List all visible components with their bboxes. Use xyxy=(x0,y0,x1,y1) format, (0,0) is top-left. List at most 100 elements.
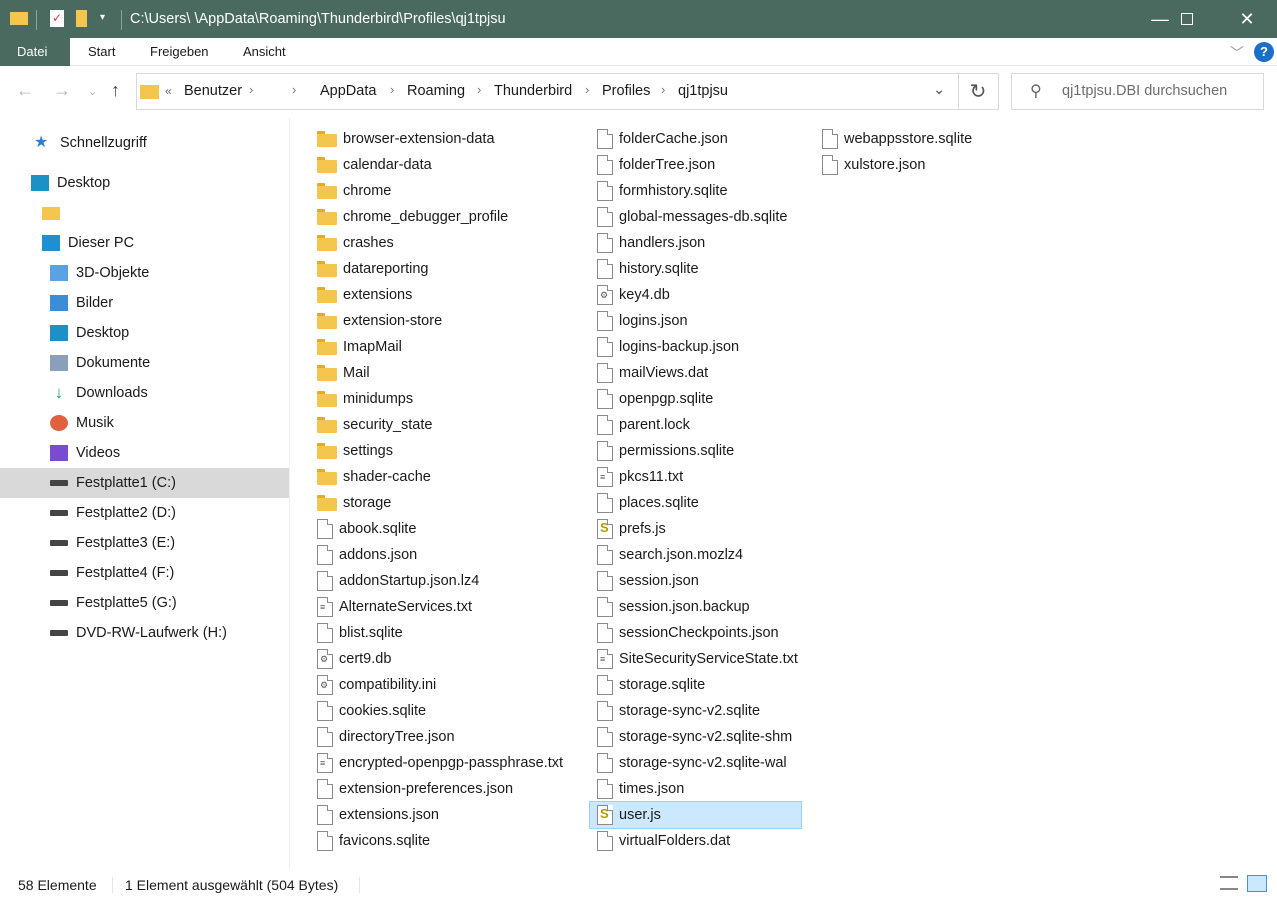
sidebar-item[interactable]: Dokumente xyxy=(0,348,289,378)
sidebar-item[interactable]: ↓ Downloads xyxy=(0,378,289,408)
sidebar-item[interactable] xyxy=(0,198,289,228)
file-item[interactable]: virtualFolders.dat xyxy=(590,828,730,854)
file-item[interactable]: cookies.sqlite xyxy=(310,698,426,724)
back-button[interactable]: ← xyxy=(16,80,34,101)
details-view-button[interactable] xyxy=(1220,876,1238,890)
folder-item[interactable]: chrome xyxy=(310,178,391,204)
sidebar-item[interactable]: Desktop xyxy=(0,318,289,348)
file-item[interactable]: extensions.json xyxy=(310,802,439,828)
breadcrumb-chevron-icon[interactable]: › xyxy=(661,82,665,97)
expand-ribbon-icon[interactable]: ﹀ xyxy=(1230,43,1244,63)
forward-button[interactable]: → xyxy=(53,80,71,101)
sidebar-item[interactable]: Festplatte5 (G:) xyxy=(0,588,289,618)
file-item[interactable]: folderTree.json xyxy=(590,152,715,178)
file-item[interactable]: storage.sqlite xyxy=(590,672,705,698)
close-button[interactable]: ✕ xyxy=(1218,0,1276,38)
tab-ansicht[interactable]: Ansicht xyxy=(226,38,303,66)
file-item[interactable]: ⚙ key4.db xyxy=(590,282,670,308)
refresh-button[interactable]: ↻ xyxy=(958,73,999,110)
folder-item[interactable]: crashes xyxy=(310,230,394,256)
folder-item[interactable]: storage xyxy=(310,490,391,516)
breadcrumb-item[interactable]: Thunderbird xyxy=(494,83,572,99)
breadcrumb-item[interactable]: AppData xyxy=(320,83,376,99)
file-item[interactable]: logins.json xyxy=(590,308,688,334)
breadcrumb-chevron-icon[interactable]: › xyxy=(477,82,481,97)
sidebar-item[interactable]: Bilder xyxy=(0,288,289,318)
file-item[interactable]: webappsstore.sqlite xyxy=(815,126,972,152)
file-item[interactable]: favicons.sqlite xyxy=(310,828,430,854)
file-item[interactable]: abook.sqlite xyxy=(310,516,416,542)
file-item[interactable]: ⚙ cert9.db xyxy=(310,646,391,672)
file-item[interactable]: ⚙ compatibility.ini xyxy=(310,672,436,698)
help-icon[interactable]: ? xyxy=(1254,42,1274,62)
folder-item[interactable]: calendar-data xyxy=(310,152,432,178)
breadcrumb-item[interactable]: Profiles xyxy=(602,83,650,99)
folder-item[interactable]: extension-store xyxy=(310,308,442,334)
maximize-button[interactable] xyxy=(1158,0,1216,38)
file-item[interactable]: search.json.mozlz4 xyxy=(590,542,743,568)
tab-datei[interactable]: Datei xyxy=(0,38,70,66)
file-item[interactable]: history.sqlite xyxy=(590,256,699,282)
file-item[interactable]: session.json.backup xyxy=(590,594,750,620)
folder-item[interactable]: shader-cache xyxy=(310,464,431,490)
breadcrumb-item[interactable]: qj1tpjsu xyxy=(678,83,728,99)
address-bar[interactable]: « ⌄ Benutzer AppData Roaming Thunderbird Pro… xyxy=(136,73,959,110)
search-box[interactable]: ⚲ qj1tpjsu.DBI durchsuchen xyxy=(1011,73,1264,110)
file-item[interactable]: extension-preferences.json xyxy=(310,776,513,802)
sidebar-item[interactable]: Videos xyxy=(0,438,289,468)
file-item[interactable]: Sprefs.js xyxy=(590,516,666,542)
sidebar-item[interactable]: Festplatte4 (F:) xyxy=(0,558,289,588)
file-item[interactable]: folderCache.json xyxy=(590,126,728,152)
file-item[interactable]: Suser.js xyxy=(589,801,802,829)
file-item[interactable]: openpgp.sqlite xyxy=(590,386,713,412)
file-item[interactable]: ≡ encrypted-openpgp-passphrase.txt xyxy=(310,750,563,776)
folder-item[interactable]: security_state xyxy=(310,412,432,438)
breadcrumb-item[interactable]: Roaming xyxy=(407,83,465,99)
file-item[interactable]: logins-backup.json xyxy=(590,334,739,360)
customize-quick-access-icon[interactable]: ▾ xyxy=(100,12,105,23)
folder-item[interactable]: ImapMail xyxy=(310,334,402,360)
tab-freigeben[interactable]: Freigeben xyxy=(133,38,226,66)
file-item[interactable]: sessionCheckpoints.json xyxy=(590,620,779,646)
file-item[interactable]: global-messages-db.sqlite xyxy=(590,204,787,230)
file-item[interactable]: storage-sync-v2.sqlite-shm xyxy=(590,724,792,750)
folder-item[interactable]: browser-extension-data xyxy=(310,126,495,152)
breadcrumb-chevron-icon[interactable]: › xyxy=(292,82,296,97)
folder-item[interactable]: Mail xyxy=(310,360,370,386)
tab-start[interactable]: Start xyxy=(71,38,132,66)
file-item[interactable]: parent.lock xyxy=(590,412,690,438)
sidebar-item[interactable]: ★ Schnellzugriff xyxy=(0,128,289,158)
folder-item[interactable]: extensions xyxy=(310,282,412,308)
overflow-crumb[interactable]: « xyxy=(165,84,172,98)
sidebar-item[interactable]: 3D-Objekte xyxy=(0,258,289,288)
folder-item[interactable]: minidumps xyxy=(310,386,413,412)
breadcrumb-chevron-icon[interactable]: › xyxy=(249,82,253,97)
sidebar-item[interactable]: Festplatte1 (C:) xyxy=(0,468,289,498)
file-item[interactable]: times.json xyxy=(590,776,684,802)
sidebar-item[interactable]: Musik xyxy=(0,408,289,438)
folder-item[interactable]: chrome_debugger_profile xyxy=(310,204,508,230)
breadcrumb-chevron-icon[interactable]: › xyxy=(390,82,394,97)
breadcrumb-chevron-icon[interactable]: › xyxy=(585,82,589,97)
file-item[interactable]: storage-sync-v2.sqlite-wal xyxy=(590,750,787,776)
folder-item[interactable]: datareporting xyxy=(310,256,428,282)
properties-icon[interactable]: ✓ xyxy=(50,10,64,27)
file-item[interactable]: formhistory.sqlite xyxy=(590,178,728,204)
file-item[interactable]: session.json xyxy=(590,568,699,594)
file-item[interactable]: permissions.sqlite xyxy=(590,438,734,464)
file-item[interactable]: xulstore.json xyxy=(815,152,925,178)
sidebar-item[interactable]: DVD-RW-Laufwerk (H:) xyxy=(0,618,289,648)
breadcrumb-item[interactable]: Benutzer xyxy=(184,83,242,99)
file-item[interactable]: storage-sync-v2.sqlite xyxy=(590,698,760,724)
file-item[interactable]: addonStartup.json.lz4 xyxy=(310,568,479,594)
file-item[interactable]: directoryTree.json xyxy=(310,724,455,750)
sidebar-item[interactable]: Dieser PC xyxy=(0,228,289,258)
file-item[interactable]: handlers.json xyxy=(590,230,705,256)
file-item[interactable]: blist.sqlite xyxy=(310,620,403,646)
address-dropdown-icon[interactable]: ⌄ xyxy=(933,82,945,98)
folder-item[interactable]: settings xyxy=(310,438,393,464)
new-folder-icon[interactable] xyxy=(76,10,87,27)
sidebar-item[interactable]: Festplatte2 (D:) xyxy=(0,498,289,528)
recent-locations-button[interactable]: ⌄ xyxy=(88,85,97,98)
large-icons-view-button[interactable] xyxy=(1247,875,1267,892)
